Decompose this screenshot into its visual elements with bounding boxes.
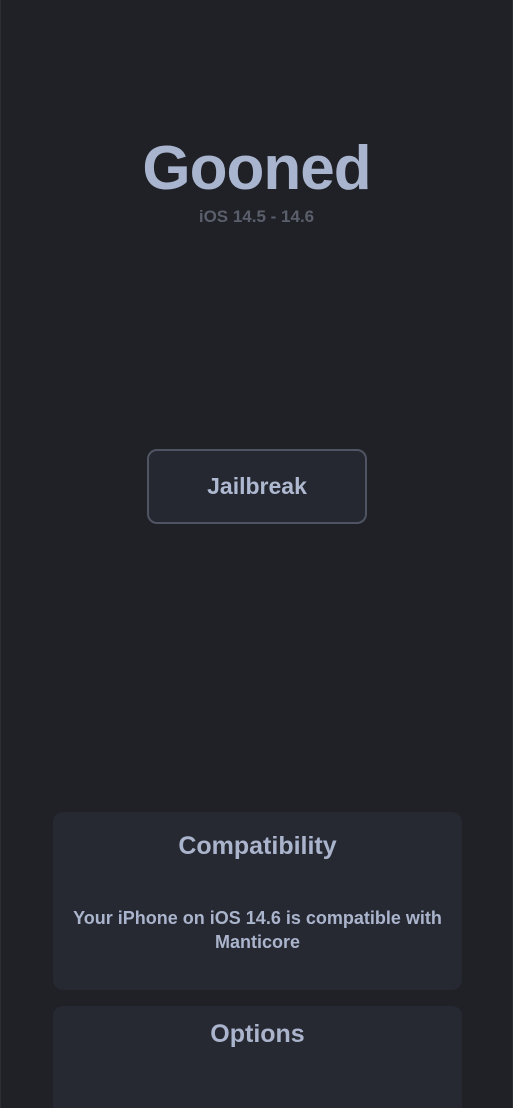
app-screen: Gooned iOS 14.5 - 14.6 Jailbreak Compati… — [0, 0, 513, 1108]
compatibility-message: Your iPhone on iOS 14.6 is compatible wi… — [73, 908, 442, 952]
compatibility-title: Compatibility — [178, 832, 337, 860]
options-card[interactable]: Options — [53, 1006, 462, 1108]
compatibility-card: Compatibility Your iPhone on iOS 14.6 is… — [53, 812, 462, 990]
version-range: iOS 14.5 - 14.6 — [198, 207, 315, 226]
options-title: Options — [210, 1020, 305, 1048]
app-title: Gooned — [142, 134, 371, 203]
jailbreak-button[interactable]: Jailbreak — [147, 449, 367, 524]
